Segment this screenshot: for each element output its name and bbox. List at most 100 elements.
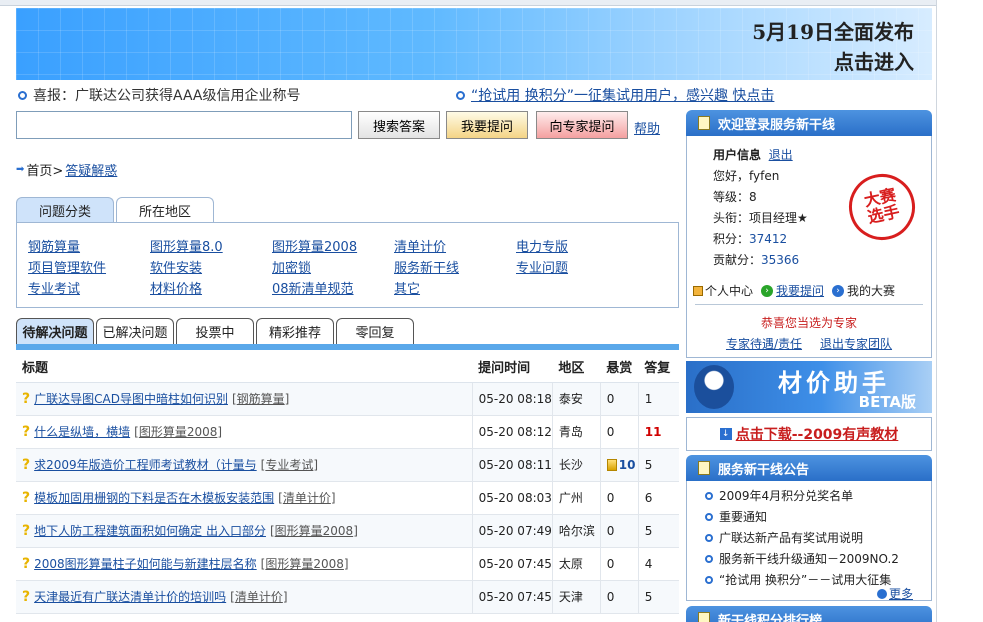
announce-item-text[interactable]: 广联达新产品有奖试用说明 bbox=[719, 529, 863, 546]
person-icon bbox=[694, 365, 734, 409]
question-link[interactable]: 什么是纵墙，横墙 bbox=[34, 423, 130, 440]
tag-link[interactable]: 图形算量2008 bbox=[265, 557, 344, 571]
category-link[interactable]: 加密锁 bbox=[272, 257, 311, 276]
more-link-wrap[interactable]: 更多 bbox=[876, 585, 913, 602]
lightbulb-icon: ? bbox=[22, 588, 31, 605]
breadcrumb-current[interactable]: 答疑解惑 bbox=[65, 160, 117, 179]
question-region: 长沙 bbox=[551, 448, 601, 482]
leave-expert-link[interactable]: 退出专家团队 bbox=[820, 335, 892, 352]
list-item[interactable]: 2009年4月积分兑奖名单 bbox=[705, 487, 853, 504]
category-link[interactable]: 项目管理软件 bbox=[28, 257, 106, 276]
search-input[interactable] bbox=[16, 111, 352, 139]
category-link[interactable]: 材料价格 bbox=[150, 278, 202, 297]
download-link[interactable]: 点击下载--2009有声教材 bbox=[736, 424, 899, 444]
my-ask-link[interactable]: 我要提问 bbox=[776, 282, 824, 299]
ask-question-button[interactable]: 我要提问 bbox=[446, 111, 528, 139]
question-replies: 4 bbox=[637, 547, 679, 581]
tag-link[interactable]: 图形算量2008 bbox=[275, 524, 354, 538]
category-link[interactable]: 专业问题 bbox=[516, 257, 568, 276]
tab-solved[interactable]: 已解决问题 bbox=[96, 318, 174, 344]
category-link[interactable]: 钢筋算量 bbox=[28, 236, 80, 255]
question-link[interactable]: 地下人防工程建筑面积如何确定 出入口部分 bbox=[34, 522, 266, 539]
tab-unsolved[interactable]: 待解决问题 bbox=[16, 318, 94, 344]
ask-expert-button[interactable]: 向专家提问 bbox=[536, 111, 628, 139]
personal-center-item[interactable]: 个人中心 bbox=[693, 282, 753, 299]
question-link[interactable]: 求2009年版造价工程师考试教材（计量与 bbox=[34, 456, 257, 473]
tag-link[interactable]: 清单计价 bbox=[283, 491, 331, 505]
window-top-edge bbox=[0, 0, 983, 6]
promo-banner[interactable]: 5月19日全面发布 点击进入 bbox=[16, 8, 932, 80]
expert-links: 专家待遇/责任 退出专家团队 bbox=[687, 335, 931, 352]
more-icon bbox=[876, 588, 887, 599]
my-contest-item[interactable]: › 我的大赛 bbox=[832, 282, 895, 299]
logout-link[interactable]: 退出 bbox=[769, 148, 793, 162]
question-replies: 11 bbox=[637, 415, 679, 449]
help-link[interactable]: 帮助 bbox=[634, 118, 660, 137]
notice-right[interactable]: “抢试用 换积分”一征集试用用户，感兴趣 快点击 bbox=[456, 85, 774, 105]
table-header-row: 标题 提问时间 地区 悬赏 答复 bbox=[16, 352, 679, 383]
announce-item-text[interactable]: 服务新干线升级通知－2009NO.2 bbox=[719, 550, 899, 567]
window-right-edge bbox=[936, 0, 983, 622]
tab-zero-reply[interactable]: 零回复 bbox=[336, 318, 414, 344]
my-contest-link[interactable]: 我的大赛 bbox=[847, 282, 895, 299]
category-link[interactable]: 08新清单规范 bbox=[272, 278, 354, 297]
contrib-value: 35366 bbox=[761, 253, 800, 267]
category-link[interactable]: 图形算量8.0 bbox=[150, 236, 223, 255]
price-helper-badge: BETA版 bbox=[858, 393, 916, 411]
question-region: 哈尔滨 bbox=[551, 514, 601, 548]
list-item[interactable]: 服务新干线升级通知－2009NO.2 bbox=[705, 550, 899, 567]
category-link[interactable]: 图形算量2008 bbox=[272, 236, 357, 255]
list-item[interactable]: 广联达新产品有奖试用说明 bbox=[705, 529, 863, 546]
question-link[interactable]: 2008图形算量柱子如何能与新建柱层名称 bbox=[34, 555, 257, 572]
question-link[interactable]: 模板加固用栅钢的下料是否在木模板安装范围 bbox=[34, 489, 274, 506]
username: fyfen bbox=[749, 169, 780, 183]
list-item[interactable]: 重要通知 bbox=[705, 508, 767, 525]
tab-voting[interactable]: 投票中 bbox=[176, 318, 254, 344]
category-link[interactable]: 其它 bbox=[394, 278, 420, 297]
list-item[interactable]: “抢试用 换积分”－－试用大征集 bbox=[705, 571, 891, 588]
tab-featured[interactable]: 精彩推荐 bbox=[256, 318, 334, 344]
personal-center-link[interactable]: 个人中心 bbox=[705, 282, 753, 299]
category-link[interactable]: 清单计价 bbox=[394, 236, 446, 255]
table-row: ? 模板加固用栅钢的下料是否在木模板安装范围 [清单计价] 05-20 08:03 … bbox=[16, 481, 679, 515]
level-line: 等级：8 bbox=[713, 188, 757, 205]
announce-header: 服务新干线公告 bbox=[686, 455, 932, 481]
announce-item-text[interactable]: “抢试用 换积分”－－试用大征集 bbox=[719, 571, 891, 588]
more-link[interactable]: 更多 bbox=[889, 585, 913, 602]
lightbulb-icon: ? bbox=[22, 555, 31, 572]
category-link[interactable]: 服务新干线 bbox=[394, 257, 459, 276]
category-link[interactable]: 专业考试 bbox=[28, 278, 80, 297]
contestant-seal: 大赛 选手 bbox=[842, 167, 922, 247]
search-answer-button[interactable]: 搜索答案 bbox=[358, 111, 440, 139]
tag-link[interactable]: 图形算量2008 bbox=[139, 425, 218, 439]
category-link[interactable]: 电力专版 bbox=[516, 236, 568, 255]
notice-left-text: 喜报：广联达公司获得AAA级信用企业称号 bbox=[33, 88, 301, 104]
announce-item-text[interactable]: 重要通知 bbox=[719, 508, 767, 525]
question-tag: [专业考试] bbox=[260, 458, 319, 472]
tag-link[interactable]: 清单计价 bbox=[235, 590, 283, 604]
header-region: 地区 bbox=[552, 352, 601, 383]
question-region: 广州 bbox=[551, 481, 601, 515]
expert-benefit-link[interactable]: 专家待遇/责任 bbox=[726, 335, 802, 352]
ranking-title: 新干线积分排行榜 bbox=[718, 613, 823, 622]
document-icon bbox=[698, 612, 710, 622]
breadcrumb-home[interactable]: 首页> bbox=[26, 160, 63, 179]
hello-label: 您好， bbox=[713, 169, 750, 183]
tab-question-category[interactable]: 问题分类 bbox=[16, 197, 115, 223]
tag-link[interactable]: 钢筋算量 bbox=[237, 392, 285, 406]
login-panel-title: 欢迎登录服务新干线 bbox=[718, 117, 836, 133]
my-ask-item[interactable]: › 我要提问 bbox=[761, 282, 824, 299]
announce-panel: 2009年4月积分兑奖名单 重要通知 广联达新产品有奖试用说明 服务新干线升级通… bbox=[686, 481, 932, 601]
tag-link[interactable]: 专业考试 bbox=[265, 458, 313, 472]
question-link[interactable]: 广联达导图CAD导图中暗柱如何识别 bbox=[34, 390, 228, 407]
notice-right-link[interactable]: “抢试用 换积分”一征集试用用户，感兴趣 快点击 bbox=[471, 85, 774, 105]
price-helper-banner[interactable]: 材价助手 BETA版 bbox=[686, 361, 932, 413]
points-value: 37412 bbox=[749, 232, 788, 246]
question-link[interactable]: 天津最近有广联达清单计价的培训吗 bbox=[34, 588, 226, 605]
category-link[interactable]: 软件安装 bbox=[150, 257, 202, 276]
tab-region[interactable]: 所在地区 bbox=[116, 197, 215, 223]
announce-item-text[interactable]: 2009年4月积分兑奖名单 bbox=[719, 487, 853, 504]
user-info-label: 用户信息 bbox=[713, 148, 762, 162]
question-region: 太原 bbox=[551, 547, 601, 581]
question-time: 05-20 07:45 bbox=[471, 580, 553, 614]
